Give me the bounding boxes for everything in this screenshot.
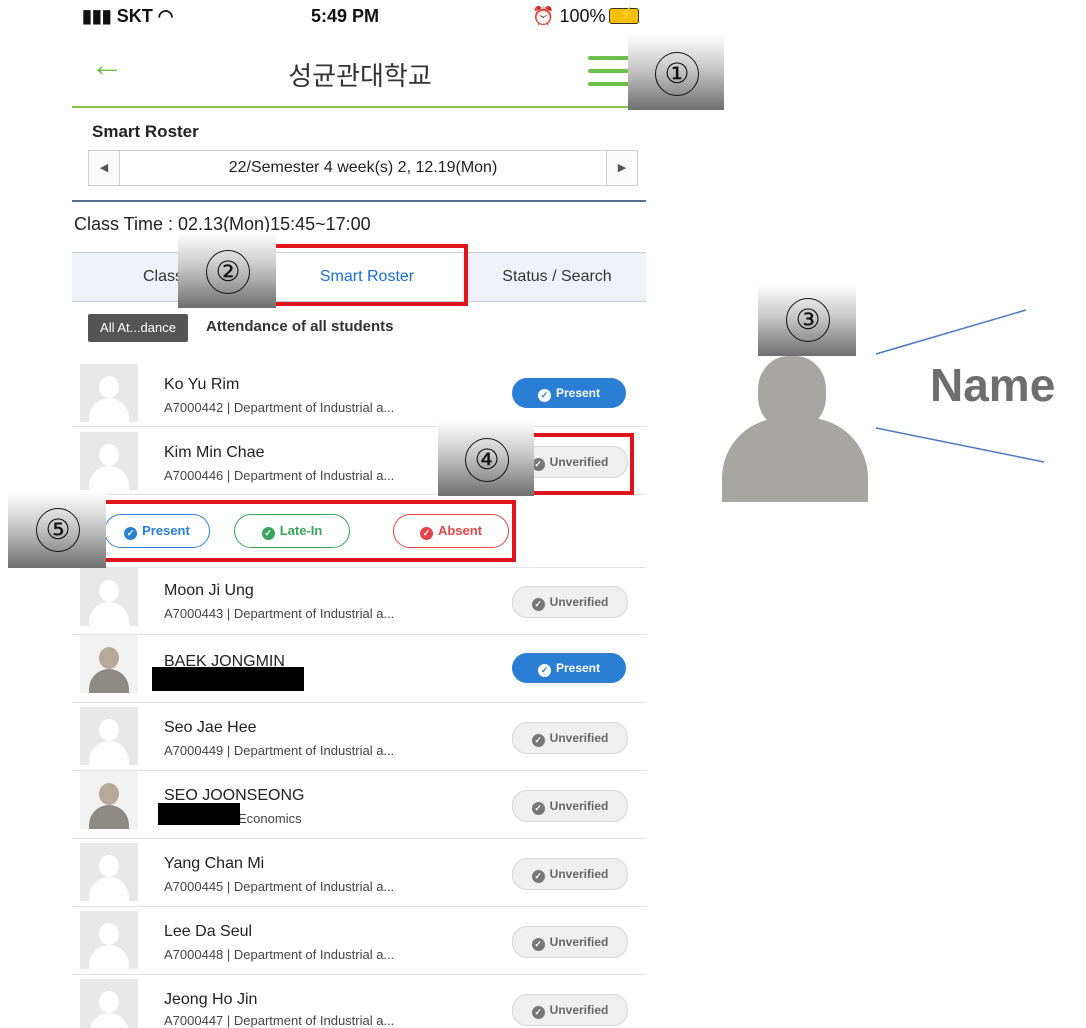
student-desc: A7000449 | Department of Industrial a... <box>164 743 395 758</box>
semester-label: 22/Semester 4 week(s) 2, 12.19(Mon) <box>228 159 498 176</box>
check-icon: ✓ <box>531 1006 545 1019</box>
menu-icon[interactable] <box>588 56 632 86</box>
student-desc: Economics <box>238 811 302 826</box>
redaction-bar <box>158 803 240 825</box>
check-icon: ✓ <box>537 664 551 677</box>
battery-icon <box>609 6 640 24</box>
avatar-placeholder-icon <box>80 432 138 490</box>
student-row[interactable]: Seo Jae Hee A7000449 | Department of Ind… <box>72 703 646 771</box>
carrier-label: SKT <box>116 6 153 26</box>
status-button[interactable]: ✓ Unverified <box>512 994 628 1026</box>
check-icon: ✓ <box>531 802 545 815</box>
check-icon: ✓ <box>531 938 545 951</box>
annotation-number-2: ② <box>206 250 250 294</box>
status-bar-carrier: ▮▮▮ SKT ◠ <box>82 6 173 32</box>
highlight-choice-row <box>96 500 516 562</box>
page-title: 성균관대학교 <box>288 61 432 91</box>
student-row[interactable]: Yang Chan Mi A7000445 | Department of In… <box>72 839 646 907</box>
semester-selector: ◀ 22/Semester 4 week(s) 2, 12.19(Mon) ▶ <box>88 150 638 186</box>
redaction-bar <box>152 667 304 691</box>
status-button[interactable]: ✓ Unverified <box>512 790 628 822</box>
roster-title: Smart Roster <box>92 122 199 141</box>
prev-week-button[interactable]: ◀ <box>89 151 120 185</box>
student-name: Moon Ji Ung <box>164 582 254 599</box>
alarm-icon: ⏰ <box>532 6 555 26</box>
student-row[interactable]: SEO JOONSEONG Economics ✓ Unverified <box>72 771 646 839</box>
status-bar-time: 5:49 PM <box>310 6 380 26</box>
check-icon: ✓ <box>531 734 545 747</box>
student-row[interactable]: Lee Da Seul A7000448 | Department of Ind… <box>72 907 646 975</box>
large-avatar-body-icon <box>722 418 868 502</box>
annotation-number-3: ③ <box>786 298 830 342</box>
name-label: Name <box>930 359 1056 411</box>
student-name: Ko Yu Rim <box>164 376 240 393</box>
signal-icon: ▮▮▮ <box>82 6 112 26</box>
check-icon: ✓ <box>531 870 545 883</box>
annotation-number-1: ① <box>655 52 699 96</box>
status-button[interactable]: ✓ Unverified <box>512 926 628 958</box>
check-icon: ✓ <box>537 389 551 402</box>
check-icon: ✓ <box>531 598 545 611</box>
attendance-filter-badge[interactable]: All At...dance <box>88 314 188 342</box>
avatar-placeholder-icon <box>80 707 138 765</box>
student-photo <box>80 635 138 693</box>
student-row[interactable]: BAEK JONGMIN ✓ Present <box>72 635 646 703</box>
avatar-placeholder-icon <box>80 364 138 422</box>
student-row[interactable]: Jeong Ho Jin A7000447 | Department of In… <box>72 975 646 1028</box>
student-name: Lee Da Seul <box>164 923 253 940</box>
student-desc: A7000447 | Department of Industrial a... <box>164 1013 395 1028</box>
avatar-placeholder-icon <box>80 843 138 901</box>
back-arrow-icon[interactable]: ← <box>90 48 124 82</box>
status-button[interactable]: ✓ Unverified <box>512 722 628 754</box>
highlight-smart-roster-tab <box>272 244 468 306</box>
student-name: Seo Jae Hee <box>164 719 257 736</box>
student-desc: A7000446 | Department of Industrial a... <box>164 468 395 483</box>
tab-status-search[interactable]: Status / Search <box>468 253 646 301</box>
student-desc: A7000442 | Department of Industrial a... <box>164 400 395 415</box>
student-name: Kim Min Chae <box>164 444 265 461</box>
student-name: Yang Chan Mi <box>164 855 265 872</box>
divider <box>72 200 646 202</box>
avatar-placeholder-icon <box>80 911 138 969</box>
next-week-button[interactable]: ▶ <box>606 151 637 185</box>
annotation-number-4: ④ <box>465 438 509 482</box>
student-name: Jeong Ho Jin <box>164 991 258 1008</box>
avatar-placeholder-icon <box>80 979 138 1028</box>
battery-label: 100% <box>559 6 606 26</box>
status-button[interactable]: ✓ Present <box>512 653 626 683</box>
student-row[interactable]: Moon Ji Ung A7000443 | Department of Ind… <box>72 568 646 635</box>
avatar-placeholder-icon <box>80 568 138 626</box>
student-row[interactable]: Ko Yu Rim A7000442 | Department of Indus… <box>72 358 646 427</box>
highlight-status-button <box>526 433 634 495</box>
student-desc: A7000445 | Department of Industrial a... <box>164 879 395 894</box>
status-button[interactable]: ✓ Unverified <box>512 858 628 890</box>
status-button[interactable]: ✓ Unverified <box>512 586 628 618</box>
status-button[interactable]: ✓ Present <box>512 378 626 408</box>
student-desc: A7000448 | Department of Industrial a... <box>164 947 395 962</box>
annotation-number-5: ⑤ <box>36 508 80 552</box>
status-bar-battery: ⏰ 100% <box>532 6 640 32</box>
student-desc: A7000443 | Department of Industrial a... <box>164 606 395 621</box>
attendance-filter-label: Attendance of all students <box>206 318 394 335</box>
wifi-icon: ◠ <box>157 6 174 26</box>
student-photo <box>80 771 138 829</box>
